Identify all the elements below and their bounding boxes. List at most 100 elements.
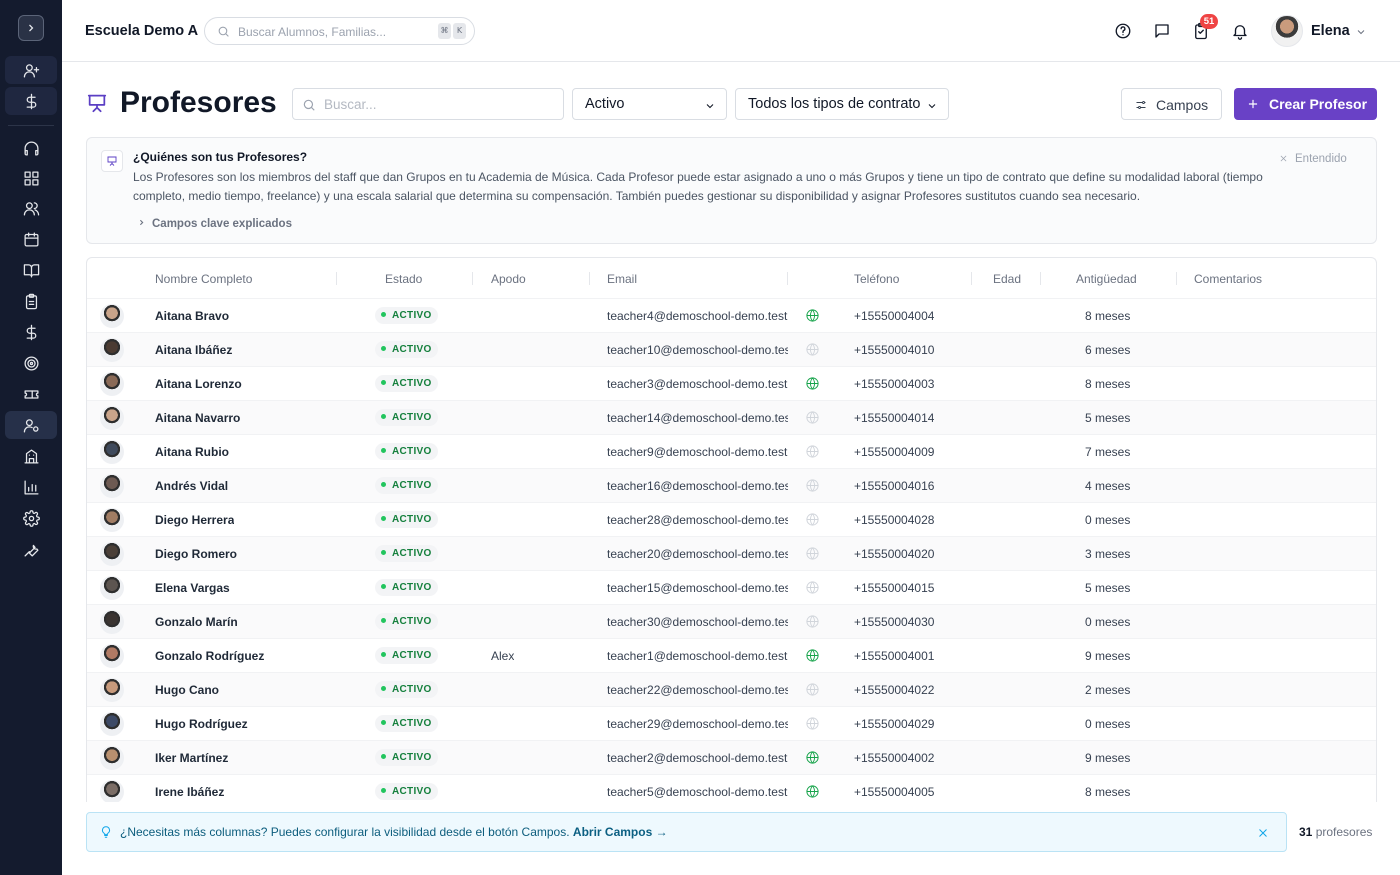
teacher-name[interactable]: Diego Herrera: [155, 513, 234, 527]
table-row[interactable]: Hugo Cano ACTIVO teacher22@demoschool-demo…: [87, 672, 1376, 706]
teacher-phone[interactable]: +15550004022: [854, 683, 934, 697]
globe-icon[interactable]: [805, 410, 820, 430]
globe-icon[interactable]: [805, 682, 820, 702]
teacher-phone[interactable]: +15550004028: [854, 513, 934, 527]
teacher-name[interactable]: Aitana Ibáñez: [155, 343, 232, 357]
teacher-name[interactable]: Aitana Rubio: [155, 445, 229, 459]
teacher-email[interactable]: teacher15@demoschool-demo.test: [607, 581, 788, 595]
globe-icon[interactable]: [805, 342, 820, 362]
dismiss-info-button[interactable]: Entendido: [1279, 153, 1347, 165]
key-fields-toggle[interactable]: Campos clave explicados: [137, 218, 292, 230]
globe-icon[interactable]: [805, 478, 820, 498]
globe-icon[interactable]: [805, 614, 820, 634]
teacher-email[interactable]: teacher9@demoschool-demo.test: [607, 445, 788, 459]
table-row[interactable]: Aitana Rubio ACTIVO teacher9@demoschool-de…: [87, 434, 1376, 468]
globe-icon[interactable]: [805, 750, 820, 770]
teacher-phone[interactable]: +15550004009: [854, 445, 934, 459]
user-name[interactable]: Elena: [1311, 23, 1350, 39]
school-name[interactable]: Escuela Demo A: [85, 23, 198, 39]
sidebar-item-settings[interactable]: [5, 504, 57, 532]
sidebar-item-goals[interactable]: [5, 349, 57, 377]
teacher-phone[interactable]: +15550004001: [854, 649, 934, 663]
teacher-name[interactable]: Gonzalo Rodríguez: [155, 649, 264, 663]
table-row[interactable]: Irene Ibáñez ACTIVO teacher5@demoschool-de…: [87, 774, 1376, 802]
sidebar-item-add-student[interactable]: [5, 56, 57, 84]
teacher-name[interactable]: Gonzalo Marín: [155, 615, 238, 629]
globe-icon[interactable]: [805, 580, 820, 600]
globe-icon[interactable]: [805, 784, 820, 802]
teacher-phone[interactable]: +15550004029: [854, 717, 934, 731]
sidebar-item-teachers[interactable]: [5, 411, 57, 439]
sidebar-item-calendar[interactable]: [5, 225, 57, 253]
contract-filter-select[interactable]: Todos los tipos de contrato: [735, 88, 949, 120]
status-filter-select[interactable]: Activo: [572, 88, 727, 120]
teacher-search-input[interactable]: Buscar...: [292, 88, 564, 120]
sidebar-item-tickets[interactable]: [5, 380, 57, 408]
sidebar-item-students[interactable]: [5, 194, 57, 222]
column-header-age[interactable]: Edad: [993, 272, 1021, 286]
teacher-email[interactable]: teacher3@demoschool-demo.test: [607, 377, 788, 391]
teacher-email[interactable]: teacher20@demoschool-demo.test: [607, 547, 788, 561]
globe-icon[interactable]: [805, 648, 820, 668]
teacher-name[interactable]: Hugo Rodríguez: [155, 717, 248, 731]
teacher-phone[interactable]: +15550004020: [854, 547, 934, 561]
teacher-phone[interactable]: +15550004003: [854, 377, 934, 391]
teacher-email[interactable]: teacher5@demoschool-demo.test: [607, 785, 788, 799]
teacher-name[interactable]: Irene Ibáñez: [155, 785, 224, 799]
globe-icon[interactable]: [805, 308, 820, 328]
notifications-button[interactable]: [1229, 20, 1251, 42]
teacher-name[interactable]: Iker Martínez: [155, 751, 228, 765]
create-teacher-button[interactable]: Crear Profesor: [1234, 88, 1377, 120]
teacher-email[interactable]: teacher30@demoschool-demo.test: [607, 615, 788, 629]
teacher-email[interactable]: teacher29@demoschool-demo.test: [607, 717, 788, 731]
column-header-tenure[interactable]: Antigüedad: [1076, 272, 1137, 286]
teacher-phone[interactable]: +15550004030: [854, 615, 934, 629]
teacher-email[interactable]: teacher28@demoschool-demo.test: [607, 513, 788, 527]
column-header-nickname[interactable]: Apodo: [491, 272, 526, 286]
teacher-name[interactable]: Hugo Cano: [155, 683, 219, 697]
user-menu-toggle[interactable]: [1355, 25, 1367, 43]
teacher-email[interactable]: teacher22@demoschool-demo.test: [607, 683, 788, 697]
teacher-name[interactable]: Diego Romero: [155, 547, 237, 561]
sidebar-item-payments[interactable]: [5, 87, 57, 115]
close-hint-button[interactable]: [1257, 826, 1269, 844]
teacher-phone[interactable]: +15550004015: [854, 581, 934, 595]
table-row[interactable]: Diego Herrera ACTIVO teacher28@demoschool-…: [87, 502, 1376, 536]
table-row[interactable]: Gonzalo Rodríguez ACTIVO Alex teacher1@demo…: [87, 638, 1376, 672]
column-header-name[interactable]: Nombre Completo: [155, 272, 252, 286]
globe-icon[interactable]: [805, 376, 820, 396]
teacher-name[interactable]: Aitana Bravo: [155, 309, 229, 323]
sidebar-item-attendance[interactable]: [5, 287, 57, 315]
table-row[interactable]: Aitana Ibáñez ACTIVO teacher10@demoschool-…: [87, 332, 1376, 366]
sidebar-item-courses[interactable]: [5, 256, 57, 284]
teacher-name[interactable]: Aitana Navarro: [155, 411, 240, 425]
sidebar-item-school[interactable]: [5, 442, 57, 470]
sidebar-item-billing[interactable]: [5, 318, 57, 346]
teacher-email[interactable]: teacher10@demoschool-demo.test: [607, 343, 788, 357]
sidebar-item-tools[interactable]: [5, 535, 57, 563]
help-button[interactable]: [1112, 20, 1134, 42]
column-header-status[interactable]: Estado: [385, 272, 422, 286]
table-row[interactable]: Aitana Bravo ACTIVO teacher4@demoschool-de…: [87, 298, 1376, 332]
globe-icon[interactable]: [805, 546, 820, 566]
table-row[interactable]: Gonzalo Marín ACTIVO teacher30@demoschool-…: [87, 604, 1376, 638]
table-row[interactable]: Elena Vargas ACTIVO teacher15@demoschool-d…: [87, 570, 1376, 604]
teacher-phone[interactable]: +15550004014: [854, 411, 934, 425]
table-row[interactable]: Aitana Lorenzo ACTIVO teacher3@demoschool-…: [87, 366, 1376, 400]
sidebar-item-dashboard[interactable]: [5, 164, 57, 192]
table-row[interactable]: Andrés Vidal ACTIVO teacher16@demoschool-d…: [87, 468, 1376, 502]
teacher-phone[interactable]: +15550004016: [854, 479, 934, 493]
teacher-email[interactable]: teacher1@demoschool-demo.test: [607, 649, 788, 663]
teacher-phone[interactable]: +15550004010: [854, 343, 934, 357]
table-row[interactable]: Diego Romero ACTIVO teacher20@demoschool-d…: [87, 536, 1376, 570]
teacher-name[interactable]: Andrés Vidal: [155, 479, 228, 493]
column-header-phone[interactable]: Teléfono: [854, 272, 899, 286]
column-header-comments[interactable]: Comentarios: [1194, 272, 1262, 286]
teacher-email[interactable]: teacher14@demoschool-demo.test: [607, 411, 788, 425]
teacher-name[interactable]: Elena Vargas: [155, 581, 230, 595]
messages-button[interactable]: [1151, 20, 1173, 42]
teacher-phone[interactable]: +15550004005: [854, 785, 934, 799]
user-avatar[interactable]: [1271, 15, 1303, 47]
global-search-input[interactable]: Buscar Alumnos, Familias... ⌘ K: [204, 17, 475, 45]
globe-icon[interactable]: [805, 716, 820, 736]
